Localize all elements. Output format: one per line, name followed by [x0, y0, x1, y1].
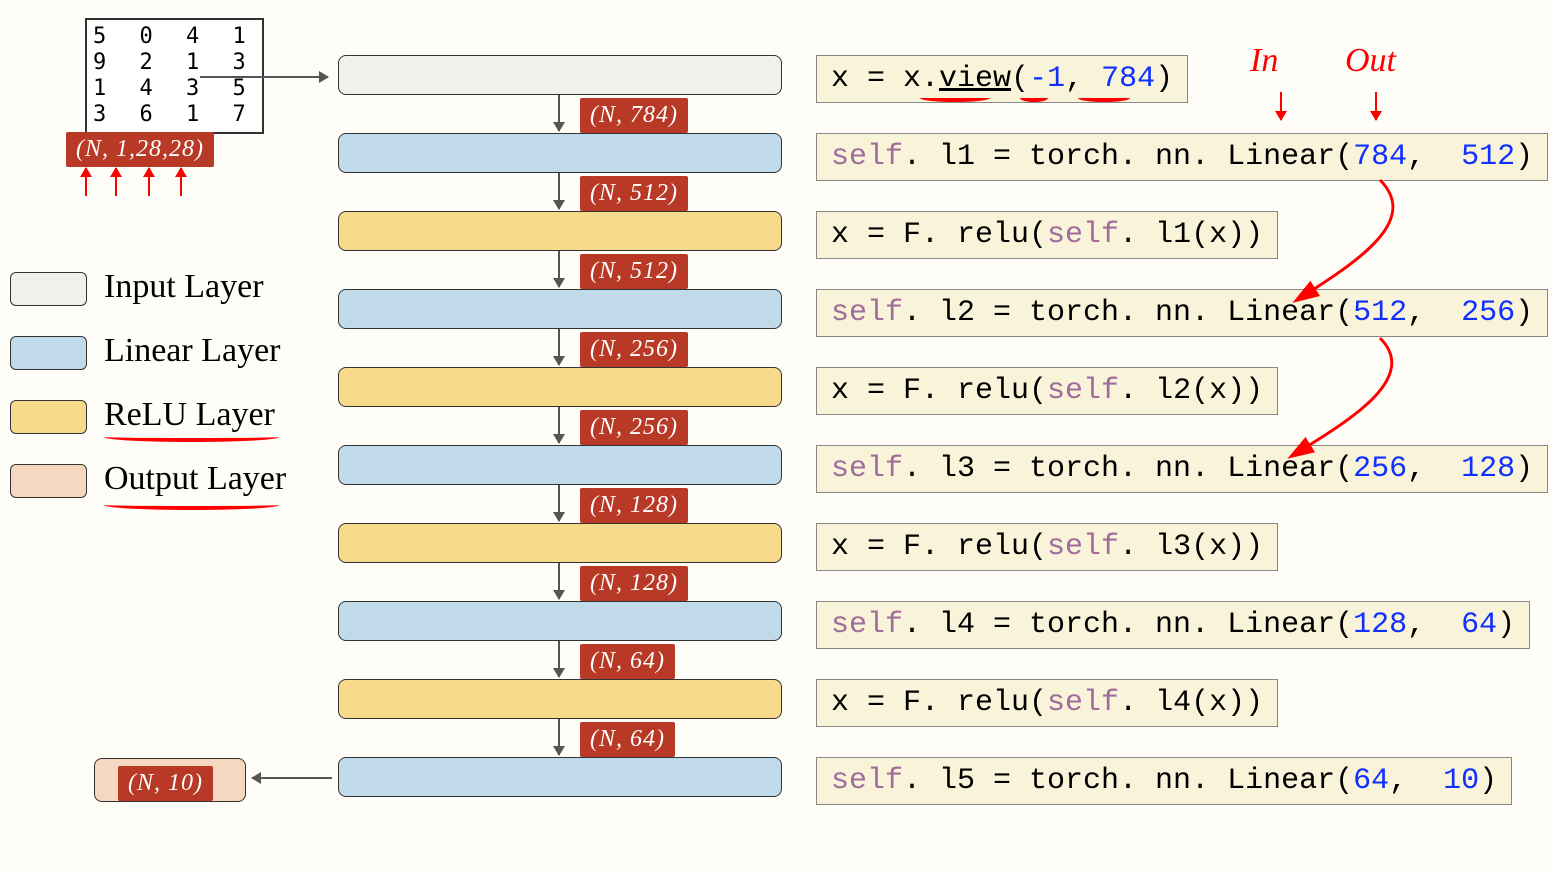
layer-relu-3	[338, 523, 782, 563]
hand-underline-icon	[104, 432, 279, 442]
code-l3: self. l3 = torch. nn. Linear(256, 128)	[816, 445, 1548, 493]
code-l4: self. l4 = torch. nn. Linear(128, 64)	[816, 601, 1530, 649]
hand-underline-icon	[104, 500, 279, 510]
shape-badge: (N, 128)	[580, 566, 688, 601]
hand-label-out: Out	[1345, 42, 1396, 80]
arrow-down-icon	[558, 485, 560, 521]
code-relu2: x = F. relu(self. l2(x))	[816, 367, 1278, 415]
code-l5: self. l5 = torch. nn. Linear(64, 10)	[816, 757, 1512, 805]
hand-arrow-up-icon	[85, 168, 87, 196]
code-relu1: x = F. relu(self. l1(x))	[816, 211, 1278, 259]
hand-arrow-up-icon	[148, 168, 150, 196]
arrow-down-icon	[558, 407, 560, 443]
shape-badge: (N, 256)	[580, 332, 688, 367]
output-shape-badge: (N, 10)	[118, 766, 213, 801]
layer-linear-2	[338, 289, 782, 329]
legend-swatch-input	[10, 272, 87, 306]
hand-underline-icon	[1078, 94, 1130, 102]
arrow-down-icon	[558, 641, 560, 677]
layer-linear-3	[338, 445, 782, 485]
shape-badge: (N, 64)	[580, 722, 675, 757]
layer-relu-1	[338, 211, 782, 251]
code-relu4: x = F. relu(self. l4(x))	[816, 679, 1278, 727]
arrow-down-icon	[558, 95, 560, 131]
legend-swatch-output	[10, 464, 87, 498]
code-l2: self. l2 = torch. nn. Linear(512, 256)	[816, 289, 1548, 337]
legend-label: ReLU Layer	[104, 396, 275, 434]
mnist-row: 3 6 1 7	[93, 102, 256, 128]
arrow-down-icon	[558, 173, 560, 209]
legend-label: Linear Layer	[104, 332, 281, 370]
hand-arrow-up-icon	[180, 168, 182, 196]
shape-badge: (N, 64)	[580, 644, 675, 679]
legend-label: Output Layer	[104, 460, 286, 498]
arrow-right-icon	[200, 76, 328, 78]
arrow-left-icon	[252, 777, 332, 779]
shape-badge: (N, 512)	[580, 176, 688, 211]
mnist-row: 9 2 1 3	[93, 50, 256, 76]
hand-arrow-down-icon	[1375, 92, 1377, 120]
shape-badge: (N, 512)	[580, 254, 688, 289]
layer-relu-2	[338, 367, 782, 407]
legend-label: Input Layer	[104, 268, 264, 306]
layer-linear-1	[338, 133, 782, 173]
legend-swatch-linear	[10, 336, 87, 370]
diagram-canvas: 5 0 4 1 9 2 1 3 1 4 3 5 3 6 1 7 (N, 1,28…	[0, 0, 1553, 875]
arrow-down-icon	[558, 563, 560, 599]
hand-underline-icon	[920, 94, 990, 102]
hand-label-in: In	[1250, 42, 1278, 80]
arrow-down-icon	[558, 719, 560, 755]
shape-badge: (N, 784)	[580, 98, 688, 133]
hand-arrow-up-icon	[115, 168, 117, 196]
shape-badge: (N, 128)	[580, 488, 688, 523]
layer-linear-4	[338, 601, 782, 641]
legend-swatch-relu	[10, 400, 87, 434]
layer-linear-5	[338, 757, 782, 797]
layer-relu-4	[338, 679, 782, 719]
shape-badge: (N, 256)	[580, 410, 688, 445]
code-view: x = x.view(-1, 784)	[816, 55, 1188, 103]
input-shape-badge: (N, 1,28,28)	[66, 132, 214, 167]
code-relu3: x = F. relu(self. l3(x))	[816, 523, 1278, 571]
mnist-row: 5 0 4 1	[93, 24, 256, 50]
hand-arrow-down-icon	[1280, 92, 1282, 120]
code-l1: self. l1 = torch. nn. Linear(784, 512)	[816, 133, 1548, 181]
layer-input	[338, 55, 782, 95]
arrow-down-icon	[558, 251, 560, 287]
hand-underline-icon	[1020, 94, 1048, 102]
arrow-down-icon	[558, 329, 560, 365]
mnist-row: 1 4 3 5	[93, 76, 256, 102]
